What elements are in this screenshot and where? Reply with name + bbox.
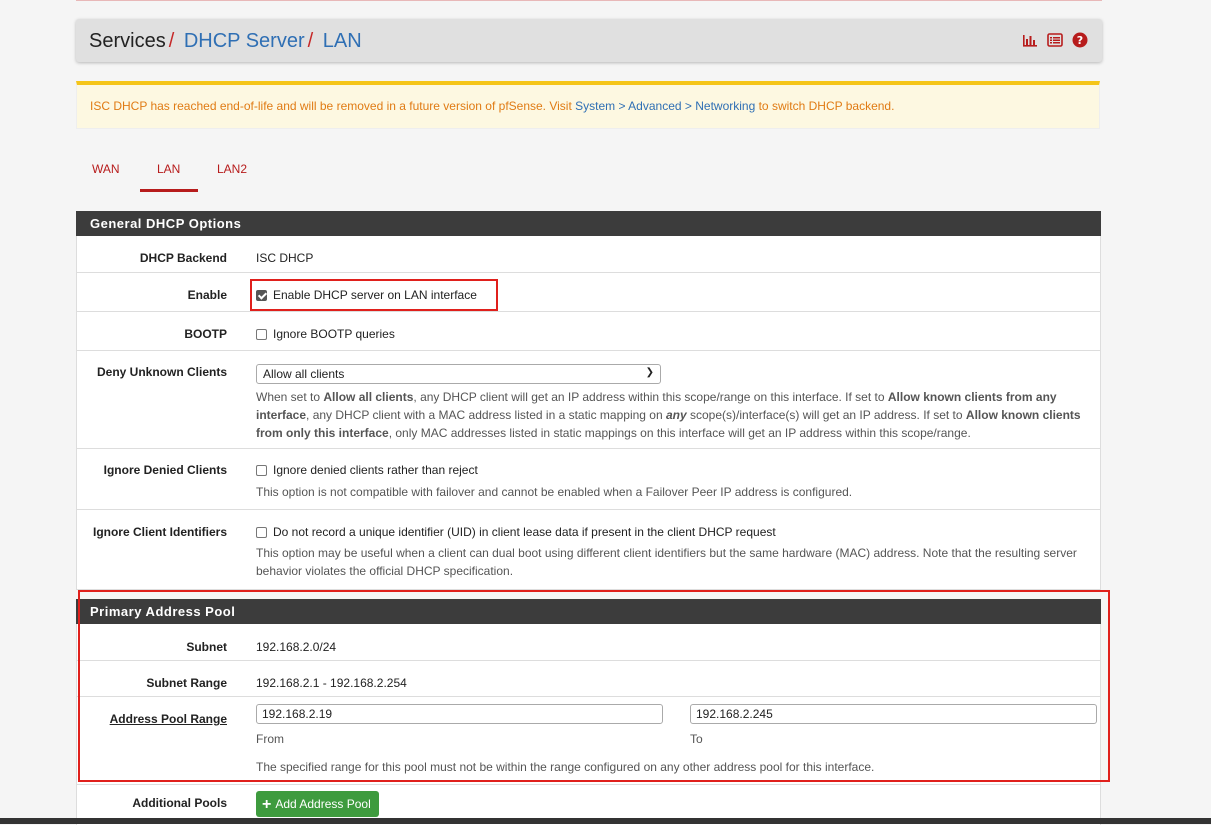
svg-text:?: ? xyxy=(1077,34,1083,47)
help-icon[interactable]: ? xyxy=(1072,32,1088,48)
ignore-denied-checkbox-text: Ignore denied clients rather than reject xyxy=(273,463,478,477)
top-divider xyxy=(76,0,1102,1)
row-enable: Enable Enable DHCP server on LAN interfa… xyxy=(76,273,1101,312)
ignore-denied-checkbox[interactable] xyxy=(256,465,267,476)
deny-unknown-selected: Allow all clients xyxy=(263,367,345,381)
breadcrumb-dhcp-server[interactable]: DHCP Server xyxy=(184,30,305,52)
breadcrumb-services: Services xyxy=(89,30,166,52)
ignore-uid-help: This option may be useful when a client … xyxy=(256,546,1077,578)
tab-wan[interactable]: WAN xyxy=(92,162,120,176)
window-bottom-edge xyxy=(0,818,1211,824)
bootp-checkbox-text: Ignore BOOTP queries xyxy=(273,327,395,341)
alert-text-before: ISC DHCP has reached end-of-life and wil… xyxy=(90,99,576,113)
row-dhcp-backend: DHCP Backend ISC DHCP xyxy=(76,236,1101,273)
ignore-denied-label: Ignore Denied Clients xyxy=(103,463,227,477)
ignore-uid-control: Do not record a unique identifier (UID) … xyxy=(256,525,776,539)
dhcp-backend-label: DHCP Backend xyxy=(139,251,227,265)
deny-unknown-help: When set to Allow all clients, any DHCP … xyxy=(256,390,1081,440)
dhcp-backend-value: ISC DHCP xyxy=(256,251,314,265)
list-icon[interactable] xyxy=(1047,32,1063,48)
row-bootp: BOOTP Ignore BOOTP queries xyxy=(76,312,1101,351)
breadcrumb-lan[interactable]: LAN xyxy=(323,30,362,52)
deny-unknown-label: Deny Unknown Clients xyxy=(96,365,227,379)
row-ignore-uid: Ignore Client Identifiers Do not record … xyxy=(76,510,1101,590)
alert-link-advanced[interactable]: Advanced xyxy=(628,99,681,113)
bootp-label: BOOTP xyxy=(184,327,227,341)
bar-chart-icon[interactable] xyxy=(1022,32,1038,48)
alert-text-after: to switch DHCP backend. xyxy=(755,99,895,113)
chevron-down-icon: ❯ xyxy=(645,367,654,378)
add-address-pool-button[interactable]: + Add Address Pool xyxy=(256,791,379,817)
tab-active-indicator xyxy=(140,189,198,192)
ignore-uid-label: Ignore Client Identifiers xyxy=(92,525,227,539)
deny-unknown-select[interactable]: Allow all clients ❯ xyxy=(256,364,661,384)
breadcrumb: Services / DHCP Server / LAN xyxy=(89,30,362,53)
plus-icon: + xyxy=(262,796,272,813)
alert-link-system[interactable]: System xyxy=(575,99,615,113)
highlight-enable-box xyxy=(250,279,498,311)
eol-warning-alert: ISC DHCP has reached end-of-life and wil… xyxy=(76,81,1100,129)
ignore-denied-help: This option is not compatible with failo… xyxy=(256,485,853,499)
row-deny-unknown: Deny Unknown Clients Allow all clients ❯ … xyxy=(76,351,1101,449)
ignore-denied-control: Ignore denied clients rather than reject xyxy=(256,463,478,477)
additional-pools-label: Additional Pools xyxy=(132,796,227,810)
row-ignore-denied: Ignore Denied Clients Ignore denied clie… xyxy=(76,449,1101,510)
add-address-pool-label: Add Address Pool xyxy=(275,797,371,811)
alert-link-networking[interactable]: Networking xyxy=(695,99,755,113)
bootp-control: Ignore BOOTP queries xyxy=(256,327,395,341)
ignore-uid-checkbox[interactable] xyxy=(256,527,267,538)
highlight-pool-box xyxy=(78,590,1110,782)
enable-label: Enable xyxy=(187,288,227,302)
breadcrumb-separator: / xyxy=(168,30,175,52)
tab-lan2[interactable]: LAN2 xyxy=(217,162,247,176)
breadcrumb-bar: Services / DHCP Server / LAN ? xyxy=(76,19,1102,62)
ignore-uid-checkbox-text: Do not record a unique identifier (UID) … xyxy=(273,525,776,539)
general-options-header: General DHCP Options xyxy=(76,211,1101,236)
bootp-checkbox[interactable] xyxy=(256,329,267,340)
alert-link-separator: > xyxy=(615,99,629,113)
tab-lan[interactable]: LAN xyxy=(157,162,180,176)
breadcrumb-separator: / xyxy=(307,30,314,52)
alert-link-separator: > xyxy=(681,99,696,113)
